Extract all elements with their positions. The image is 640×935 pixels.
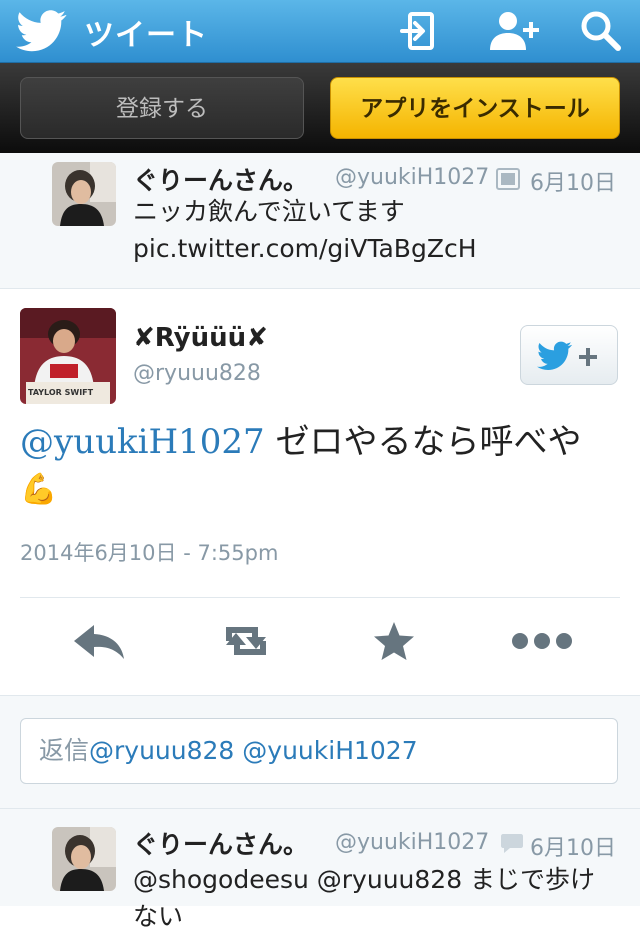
signup-bar: 登録する アプリをインストール <box>0 63 640 153</box>
conversation-icon <box>501 834 523 853</box>
avatar[interactable] <box>52 827 116 891</box>
search-icon[interactable] <box>578 8 624 54</box>
favorite-icon[interactable] <box>364 619 424 663</box>
photo-icon <box>496 168 520 190</box>
follow-button[interactable] <box>520 325 618 385</box>
twitter-bird-icon <box>537 341 572 370</box>
sign-in-icon[interactable] <box>396 8 442 54</box>
author-handle[interactable]: @yuukiH1027 <box>335 830 489 855</box>
tweet-body: ゼロやるなら呼べや <box>264 422 582 462</box>
context-tweet[interactable]: ぐりーんさん。 @yuukiH1027 6月10日 ニッカ飲んで泣いてます pi… <box>0 153 640 289</box>
reply-input[interactable]: 返信@ryuuu828 @yuukiH1027 <box>20 718 618 784</box>
add-user-icon[interactable] <box>488 8 540 54</box>
reply-prefix: 返信 <box>39 736 90 765</box>
page-title: ツイート <box>84 18 208 53</box>
author-handle[interactable]: @ryuuu828 <box>133 361 261 386</box>
tweet-timestamp[interactable]: 2014年6月10日 - 7:55pm <box>20 537 278 567</box>
tweet-text-line: ない <box>133 902 184 931</box>
tweet-date[interactable]: 6月10日 <box>530 830 616 862</box>
tweet-text: ニッカ飲んで泣いてます pic.twitter.com/giVTaBgZcH <box>133 193 613 267</box>
divider <box>20 597 620 598</box>
main-tweet: TAYLOR SWIFT ✘Rÿüüü✘ @ryuuu828 @yuukiH10… <box>0 289 640 696</box>
reply-area: 返信@ryuuu828 @yuukiH1027 <box>0 696 640 809</box>
more-options-icon[interactable] <box>510 619 574 663</box>
tweet-text: @shogodeesu @ryuuu828 まじで歩け ない <box>133 861 633 935</box>
register-button[interactable]: 登録する <box>20 77 304 139</box>
reply-mentions: @ryuuu828 @yuukiH1027 <box>89 736 418 765</box>
author-handle[interactable]: @yuukiH1027 <box>335 165 489 190</box>
author-name[interactable]: ぐりーんさん。 <box>133 161 308 197</box>
author-name[interactable]: ✘Rÿüüü✘ <box>133 323 268 353</box>
tweet-link[interactable]: pic.twitter.com/giVTaBgZcH <box>133 230 613 267</box>
reply-tweet[interactable]: ぐりーんさん。 @yuukiH1027 6月10日 @shogodeesu @r… <box>0 809 640 931</box>
mention-link[interactable]: @yuukiH1027 <box>20 422 265 462</box>
twitter-bird-icon[interactable] <box>16 10 68 52</box>
tweet-text: @yuukiH1027 ゼロやるなら呼べや 💪 <box>20 419 620 513</box>
retweet-icon[interactable] <box>216 619 276 663</box>
avatar[interactable] <box>52 162 116 226</box>
avatar-caption: TAYLOR SWIFT <box>28 388 94 397</box>
tweet-text-line: ニッカ飲んで泣いてます <box>133 197 405 226</box>
install-app-button[interactable]: アプリをインストール <box>330 77 620 139</box>
author-name[interactable]: ぐりーんさん。 <box>133 825 308 861</box>
plus-icon <box>579 348 597 366</box>
flexed-biceps-icon: 💪 <box>20 472 58 507</box>
tweet-text-line: @shogodeesu @ryuuu828 まじで歩け <box>133 865 596 894</box>
avatar[interactable]: TAYLOR SWIFT <box>20 308 116 404</box>
top-bar: ツイート <box>0 0 640 63</box>
reply-icon[interactable] <box>70 619 130 663</box>
